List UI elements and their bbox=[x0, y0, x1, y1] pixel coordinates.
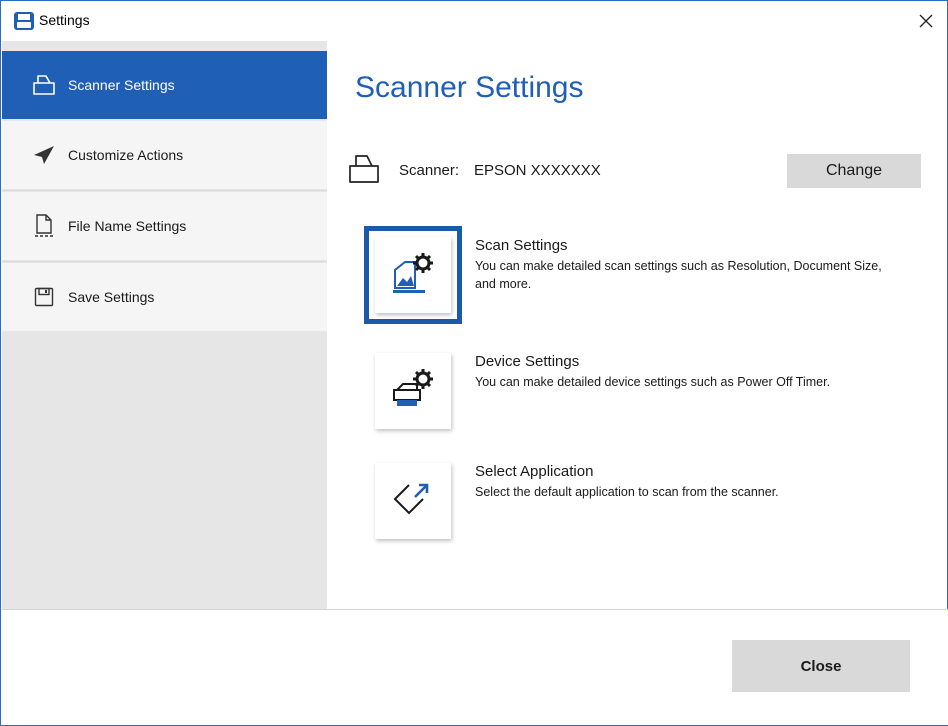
option-description: Select the default application to scan f… bbox=[475, 485, 779, 499]
scan-settings-icon bbox=[389, 250, 437, 301]
option-select-application: Select Application Select the default ap… bbox=[355, 463, 915, 563]
scanner-name: EPSON XXXXXXX bbox=[474, 162, 601, 179]
option-title: Device Settings bbox=[475, 353, 580, 370]
select-application-button[interactable] bbox=[375, 463, 451, 539]
device-settings-button[interactable] bbox=[375, 353, 451, 429]
main-panel: Scanner Settings Scanner: EPSON XXXXXXX … bbox=[327, 41, 947, 609]
sidebar-item-label: File Name Settings bbox=[68, 218, 187, 234]
footer: Close bbox=[2, 609, 948, 725]
sidebar-divider bbox=[2, 261, 327, 262]
save-window-icon bbox=[13, 11, 35, 31]
scanner-icon bbox=[347, 153, 381, 185]
scanner-label: Scanner: bbox=[399, 162, 460, 179]
page-title: Scanner Settings bbox=[355, 71, 584, 104]
sidebar-divider bbox=[2, 190, 327, 191]
option-scan-settings: Scan Settings You can make detailed scan… bbox=[355, 226, 915, 337]
sidebar-item-file-name-settings[interactable]: File Name Settings bbox=[2, 192, 327, 260]
scanner-icon bbox=[32, 73, 56, 97]
scan-settings-button[interactable] bbox=[364, 226, 462, 324]
close-button[interactable]: Close bbox=[732, 640, 910, 692]
change-button[interactable]: Change bbox=[787, 154, 921, 188]
sidebar-item-label: Customize Actions bbox=[68, 147, 184, 163]
scanner-row: Scanner: EPSON XXXXXXX Change bbox=[347, 151, 927, 191]
window-title: Settings bbox=[39, 12, 90, 28]
title-bar: Settings bbox=[1, 1, 947, 41]
sidebar: Scanner Settings Customize Actions File … bbox=[2, 41, 327, 609]
settings-window: Settings Scanner Settings Customize Acti… bbox=[0, 0, 948, 726]
paper-plane-icon bbox=[32, 143, 56, 167]
sidebar-item-save-settings[interactable]: Save Settings bbox=[2, 263, 327, 331]
save-icon bbox=[32, 285, 56, 309]
sidebar-item-customize-actions[interactable]: Customize Actions bbox=[2, 121, 327, 189]
close-icon[interactable] bbox=[911, 7, 941, 35]
file-icon bbox=[32, 214, 56, 238]
option-description: You can make detailed scan settings such… bbox=[475, 259, 882, 291]
option-description: You can make detailed device settings su… bbox=[475, 375, 831, 389]
sidebar-item-label: Scanner Settings bbox=[68, 77, 175, 93]
option-title: Select Application bbox=[475, 463, 594, 480]
device-settings-icon bbox=[389, 366, 437, 417]
sidebar-item-scanner-settings[interactable]: Scanner Settings bbox=[2, 51, 327, 119]
sidebar-item-label: Save Settings bbox=[68, 289, 155, 305]
option-title: Scan Settings bbox=[475, 237, 568, 254]
select-application-icon bbox=[391, 477, 435, 526]
option-device-settings: Device Settings You can make detailed de… bbox=[355, 353, 915, 453]
